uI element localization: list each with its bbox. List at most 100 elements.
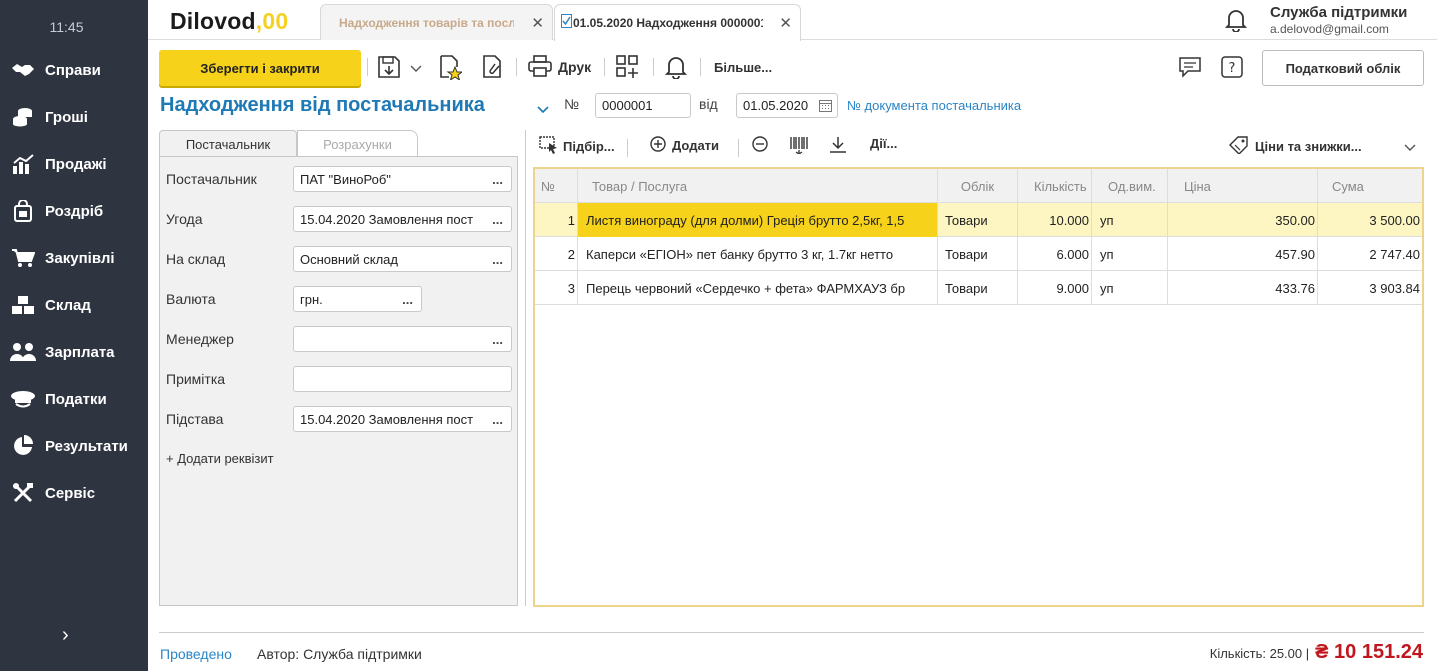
column-header-quantity[interactable]: Кількість [1018, 169, 1092, 203]
select-dots-button[interactable]: ... [489, 212, 503, 227]
select-dots-button[interactable]: ... [492, 332, 503, 347]
supplier-field[interactable]: ПАТ "ВиноРоб"... [293, 166, 512, 192]
column-header-accounting[interactable]: Облік [938, 169, 1018, 203]
save-and-close-button[interactable]: Зберегти і закрити [159, 50, 361, 86]
unit-cell[interactable]: уп [1092, 237, 1168, 271]
sidebar-item-money[interactable]: Гроші [0, 102, 148, 132]
select-dots-button[interactable]: ... [492, 252, 503, 267]
total-quantity: Кількість: 25.00 | [1209, 646, 1310, 661]
unit-cell[interactable]: уп [1092, 271, 1168, 305]
more-button[interactable]: Більше... [714, 54, 772, 80]
column-header-number[interactable]: № [535, 169, 578, 203]
sidebar-expand-button[interactable]: › [62, 624, 69, 647]
note-input[interactable] [293, 366, 512, 392]
basis-field[interactable]: 15.04.2020 Замовлення пост... [293, 406, 512, 432]
warehouse-field[interactable]: Основний склад... [293, 246, 512, 272]
prices-discounts-button[interactable]: Ціни та знижки... [1229, 136, 1362, 157]
tab-payments[interactable]: Розрахунки [297, 130, 418, 157]
sum-cell[interactable]: 2 747.40 [1318, 237, 1422, 271]
item-cell[interactable]: Перець червоний «Сердечко + фета» ФАРМХА… [578, 271, 938, 305]
add-grid-icon[interactable] [616, 54, 640, 80]
sidebar-item-purchases[interactable]: Закупівлі [0, 243, 148, 273]
table-row[interactable]: 2 Каперси «ЕГІОН» пет банку брутто 3 кг,… [535, 237, 1422, 271]
agreement-field[interactable]: 15.04.2020 Замовлення пост... [293, 206, 512, 232]
sidebar-item-results[interactable]: Результати [0, 431, 148, 461]
sidebar-item-retail[interactable]: Роздріб [0, 196, 148, 226]
quantity-cell[interactable]: 6.000 [1018, 237, 1092, 271]
calendar-icon[interactable] [819, 99, 832, 115]
import-download-icon[interactable] [829, 136, 847, 154]
help-icon[interactable]: ? [1221, 54, 1243, 80]
sidebar-item-salary[interactable]: Зарплата [0, 337, 148, 367]
table-row[interactable]: 3 Перець червоний «Сердечко + фета» ФАРМ… [535, 271, 1422, 305]
table-row[interactable]: 1 Листя винограду (для долми) Греція бру… [535, 203, 1422, 237]
status-posted-link[interactable]: Проведено [160, 646, 232, 662]
unit-cell[interactable]: уп [1092, 203, 1168, 237]
supplier-document-number-link[interactable]: № документа постачальника [847, 98, 1021, 113]
accounting-cell[interactable]: Товари [938, 203, 1018, 237]
column-header-unit[interactable]: Од.вим. [1092, 169, 1168, 203]
tab-receipt-document[interactable]: 01.05.2020 Надходження 0000001 ✕ [554, 4, 801, 41]
totals: Кількість: 25.00 | ₴ 10 151.24 [1210, 641, 1423, 664]
date-label: від [699, 96, 718, 112]
column-header-price[interactable]: Ціна [1168, 169, 1318, 203]
tab-supplier[interactable]: Постачальник [159, 130, 297, 157]
select-dots-button[interactable]: ... [492, 172, 503, 187]
pick-button[interactable]: Підбір... [539, 136, 615, 157]
sidebar-item-label: Зарплата [45, 343, 115, 361]
divider [516, 58, 517, 76]
favorite-document-icon[interactable] [438, 54, 462, 80]
reminder-bell-icon[interactable] [665, 54, 687, 80]
tax-accounting-button[interactable]: Податковий облік [1262, 50, 1424, 86]
select-dots-button[interactable]: ... [489, 412, 503, 427]
tools-icon [10, 482, 36, 504]
add-row-button[interactable]: Додати [650, 136, 719, 155]
panel-divider[interactable] [525, 130, 526, 606]
sidebar-item-warehouse[interactable]: Склад [0, 290, 148, 320]
accounting-cell[interactable]: Товари [938, 271, 1018, 305]
column-header-sum[interactable]: Сума [1318, 169, 1422, 203]
add-attribute-link[interactable]: + Додати реквізит [166, 451, 274, 466]
close-icon[interactable]: ✕ [531, 14, 544, 32]
price-cell[interactable]: 457.90 [1168, 237, 1318, 271]
accounting-cell[interactable]: Товари [938, 237, 1018, 271]
sidebar-item-sales[interactable]: Продажі [0, 149, 148, 179]
quantity-cell[interactable]: 9.000 [1018, 271, 1092, 305]
save-icon[interactable] [377, 54, 403, 80]
tab-receipts-list[interactable]: Надходження товарів та послуг ✕ [320, 4, 553, 40]
column-header-item[interactable]: Товар / Послуга [578, 169, 938, 203]
quantity-cell[interactable]: 10.000 [1018, 203, 1092, 237]
sum-cell[interactable]: 3 500.00 [1318, 203, 1422, 237]
sidebar-item-service[interactable]: Сервіс [0, 478, 148, 508]
chevron-down-icon[interactable] [1404, 144, 1416, 152]
print-button[interactable]: Друк [528, 54, 591, 80]
document-date-input[interactable]: 01.05.2020 [736, 93, 838, 118]
chevron-down-icon[interactable] [537, 102, 549, 117]
remove-row-icon[interactable] [752, 136, 768, 152]
document-number-input[interactable]: 0000001 [595, 93, 691, 118]
item-cell[interactable]: Каперси «ЕГІОН» пет банку брутто 3 кг, 1… [578, 237, 938, 271]
manager-field[interactable]: ... [293, 326, 512, 352]
sidebar-item-tasks[interactable]: Справи [0, 55, 148, 85]
actions-button[interactable]: Дії... [870, 136, 897, 151]
item-cell[interactable]: Листя винограду (для долми) Греція брутт… [578, 203, 938, 237]
attachment-icon[interactable] [481, 54, 505, 80]
sum-cell[interactable]: 3 903.84 [1318, 271, 1422, 305]
comments-icon[interactable] [1178, 54, 1202, 80]
coins-icon [10, 106, 36, 128]
currency-field[interactable]: грн.... [293, 286, 422, 312]
select-dots-button[interactable]: ... [402, 292, 413, 307]
chevron-down-icon[interactable] [410, 56, 422, 82]
barcode-icon[interactable] [789, 136, 809, 154]
price-cell[interactable]: 433.76 [1168, 271, 1318, 305]
price-cell[interactable]: 350.00 [1168, 203, 1318, 237]
divider [738, 139, 739, 157]
support-account[interactable]: Служба підтримки a.delovod@gmail.com [1270, 4, 1407, 36]
warehouse-link[interactable]: На склад [166, 251, 225, 267]
sidebar-item-label: Склад [45, 296, 91, 314]
close-icon[interactable]: ✕ [779, 14, 792, 32]
sidebar: 11:45 Справи Гроші Продажі Роздріб Закуп… [0, 0, 148, 671]
document-check-icon [561, 14, 572, 31]
sidebar-item-taxes[interactable]: Податки [0, 384, 148, 414]
notifications-bell-icon[interactable] [1224, 8, 1248, 35]
